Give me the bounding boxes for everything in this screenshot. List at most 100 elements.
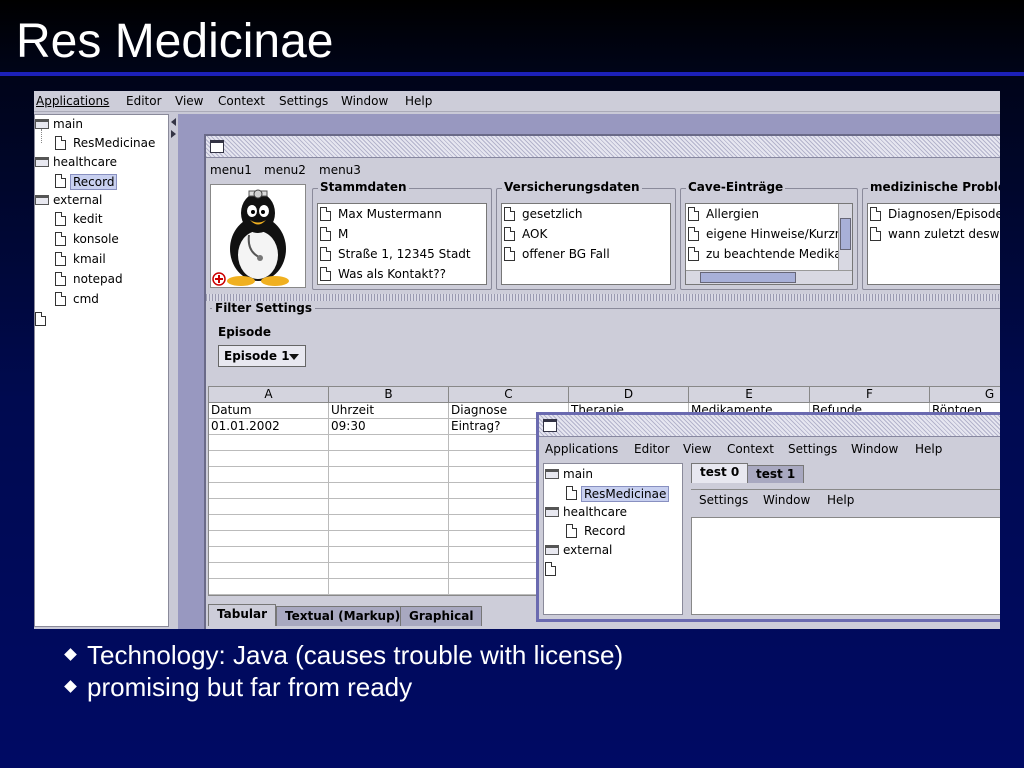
list-item-label: Diagnosen/Episoden — [888, 207, 1000, 221]
vertical-scrollbar[interactable] — [838, 204, 852, 270]
document-icon — [55, 252, 66, 266]
list-item-label: offener BG Fall — [522, 247, 610, 261]
stammdaten-list: Max Mustermann M Straße 1, 12345 Stadt W… — [317, 203, 487, 285]
document-icon — [566, 524, 577, 538]
second-app-window: Applications Editor View Context Setting… — [536, 412, 1000, 622]
second-window-titlebar[interactable] — [539, 415, 1000, 437]
group-title: Stammdaten — [318, 180, 409, 194]
document-icon — [320, 267, 331, 281]
tree-label: Record — [584, 524, 626, 538]
tab-tabular[interactable]: Tabular — [208, 604, 276, 626]
split-divider[interactable] — [206, 294, 1000, 301]
tree-label: cmd — [73, 292, 99, 306]
table-cell[interactable]: Datum — [209, 403, 329, 419]
column-header[interactable]: A — [209, 387, 329, 403]
menu-help[interactable]: Help — [405, 94, 432, 108]
menu-menu1[interactable]: menu1 — [210, 163, 252, 177]
list-item-label: Allergien — [706, 207, 759, 221]
inner-menubar: Settings Window Help — [691, 489, 1000, 513]
document-icon — [688, 207, 699, 221]
table-cell[interactable]: Uhrzeit — [329, 403, 449, 419]
menu-editor[interactable]: Editor — [126, 94, 162, 108]
column-header[interactable]: F — [810, 387, 930, 403]
tree-label: external — [563, 543, 613, 557]
menu-applications[interactable]: Applications — [545, 442, 618, 456]
bullet-item: promising but far from ready — [64, 672, 623, 704]
tree-label: Record — [70, 174, 118, 190]
column-header[interactable]: D — [569, 387, 689, 403]
menu-settings[interactable]: Settings — [279, 94, 328, 108]
slide-title: Res Medicinae — [16, 15, 334, 68]
title-rule — [0, 72, 1024, 76]
tree-label: external — [53, 193, 103, 207]
tab-textual[interactable]: Textual (Markup) — [276, 606, 410, 626]
list-item-label: AOK — [522, 227, 548, 241]
episode-label: Episode — [218, 325, 272, 339]
table-cell[interactable]: 01.01.2002 — [209, 419, 329, 435]
second-tree: main ResMedicinae healthcare Record exte… — [543, 463, 683, 615]
document-icon — [545, 562, 556, 576]
second-menubar: Applications Editor View Context Setting… — [539, 439, 1000, 459]
document-icon — [566, 486, 577, 500]
tab-test-1[interactable]: test 1 — [747, 465, 805, 483]
group-title: Cave-Einträge — [686, 180, 786, 194]
tree-label: kmail — [73, 252, 106, 266]
list-item-label: Straße 1, 12345 Stadt — [338, 247, 471, 261]
folder-icon — [545, 545, 559, 555]
tab-graphical[interactable]: Graphical — [400, 606, 483, 626]
arrow-left-icon[interactable] — [171, 118, 176, 126]
window-icon[interactable] — [210, 140, 224, 153]
stammdaten-group: Stammdaten Max Mustermann M Straße 1, 12… — [312, 180, 492, 290]
tree-label: konsole — [73, 232, 119, 246]
scroll-thumb[interactable] — [840, 218, 851, 250]
arrow-right-icon[interactable] — [171, 130, 176, 138]
versicherung-group: Versicherungsdaten gesetzlich AOK offene… — [496, 180, 676, 290]
scroll-thumb[interactable] — [700, 272, 796, 283]
menu-settings[interactable]: Settings — [788, 442, 837, 456]
menu-settings[interactable]: Settings — [699, 493, 748, 507]
menu-context[interactable]: Context — [218, 94, 265, 108]
table-cell[interactable]: 09:30 — [329, 419, 449, 435]
folder-icon — [35, 195, 49, 205]
menu-menu3[interactable]: menu3 — [319, 163, 361, 177]
splitter[interactable] — [170, 114, 178, 627]
group-title: medizinische Probleme — [868, 180, 1000, 194]
episode-select[interactable]: Episode 1 — [218, 345, 306, 367]
menu-view[interactable]: View — [683, 442, 711, 456]
menu-help[interactable]: Help — [827, 493, 854, 507]
folder-icon — [35, 119, 49, 129]
menu-context[interactable]: Context — [727, 442, 774, 456]
document-icon — [55, 174, 66, 188]
menu-window[interactable]: Window — [851, 442, 898, 456]
document-icon — [504, 247, 515, 261]
menu-applications[interactable]: Applications — [36, 94, 109, 108]
tree-label: main — [563, 467, 593, 481]
bullet-text: promising but far from ready — [87, 672, 413, 702]
tree-label: ResMedicinae — [581, 486, 670, 502]
menu-view[interactable]: View — [175, 94, 203, 108]
document-icon — [55, 292, 66, 306]
menu-window[interactable]: Window — [763, 493, 810, 507]
menu-editor[interactable]: Editor — [634, 442, 670, 456]
list-item-label: gesetzlich — [522, 207, 583, 221]
column-header[interactable]: G — [930, 387, 1000, 403]
record-window-titlebar[interactable] — [206, 136, 1000, 158]
main-menubar: Applications Editor View Context Setting… — [34, 91, 1000, 112]
tux-icon — [212, 189, 289, 286]
horizontal-scrollbar[interactable] — [686, 270, 852, 284]
column-header[interactable]: C — [449, 387, 569, 403]
tree-label: healthcare — [563, 505, 627, 519]
document-icon — [320, 247, 331, 261]
tab-test-0[interactable]: test 0 — [691, 463, 749, 483]
list-item-label: Was als Kontakt?? — [338, 267, 446, 281]
column-header[interactable]: B — [329, 387, 449, 403]
menu-menu2[interactable]: menu2 — [264, 163, 306, 177]
document-icon — [504, 227, 515, 241]
window-icon[interactable] — [543, 419, 557, 432]
chevron-down-icon — [289, 354, 299, 360]
menu-window[interactable]: Window — [341, 94, 388, 108]
column-header[interactable]: E — [689, 387, 810, 403]
menu-help[interactable]: Help — [915, 442, 942, 456]
screenshot: Applications Editor View Context Setting… — [34, 91, 1000, 629]
document-icon — [870, 207, 881, 221]
